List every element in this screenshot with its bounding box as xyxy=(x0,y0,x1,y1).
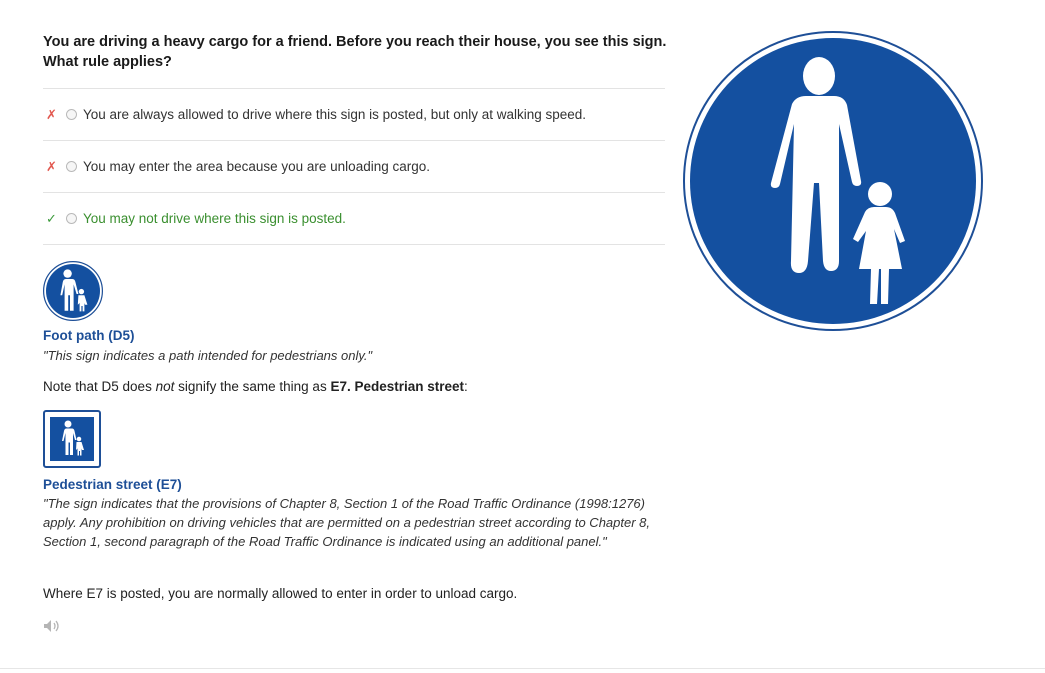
wrong-mark-icon: ✗ xyxy=(46,106,57,122)
question-text: You are driving a heavy cargo for a frie… xyxy=(43,34,667,70)
radio-button[interactable] xyxy=(66,109,77,120)
footer-divider xyxy=(0,668,1045,669)
wrong-mark-icon: ✗ xyxy=(46,158,57,174)
note-emphasis: not xyxy=(155,379,175,394)
radio-button[interactable] xyxy=(66,161,77,172)
answer-text: You may not drive where this sign is pos… xyxy=(83,211,346,226)
note-part: Note that D5 does xyxy=(43,379,156,394)
answer-option-2[interactable]: ✗ You may enter the area because you are… xyxy=(43,140,665,192)
note-strong: E7. Pedestrian street xyxy=(330,379,465,394)
pedestrian-figures-icon xyxy=(62,420,84,456)
pedestrian-street-title: Pedestrian street (E7) xyxy=(43,477,182,492)
pedestrian-street-sign-icon xyxy=(43,410,101,468)
note-part: signify the same thing as xyxy=(174,379,331,394)
closing-text: Where E7 is posted, you are normally all… xyxy=(43,586,518,601)
pedestrian-sign-icon xyxy=(683,31,983,331)
note-part: : xyxy=(464,379,468,394)
pedestrian-street-quote: "The sign indicates that the provisions … xyxy=(43,496,651,549)
speaker-icon[interactable] xyxy=(43,619,61,633)
answer-text: You may enter the area because you are u… xyxy=(83,159,430,174)
answer-option-3[interactable]: ✓ You may not drive where this sign is p… xyxy=(43,192,665,245)
foot-path-title: Foot path (D5) xyxy=(43,328,135,343)
foot-path-quote: "This sign indicates a path intended for… xyxy=(43,348,373,363)
correct-mark-icon: ✓ xyxy=(46,210,57,226)
foot-path-sign-icon xyxy=(43,261,103,321)
answer-list: ✗ You are always allowed to drive where … xyxy=(43,88,665,245)
answer-option-1[interactable]: ✗ You are always allowed to drive where … xyxy=(43,88,665,140)
radio-button[interactable] xyxy=(66,213,77,224)
answer-text: You are always allowed to drive where th… xyxy=(83,107,587,122)
note-text: Note that D5 does not signify the same t… xyxy=(43,379,468,394)
